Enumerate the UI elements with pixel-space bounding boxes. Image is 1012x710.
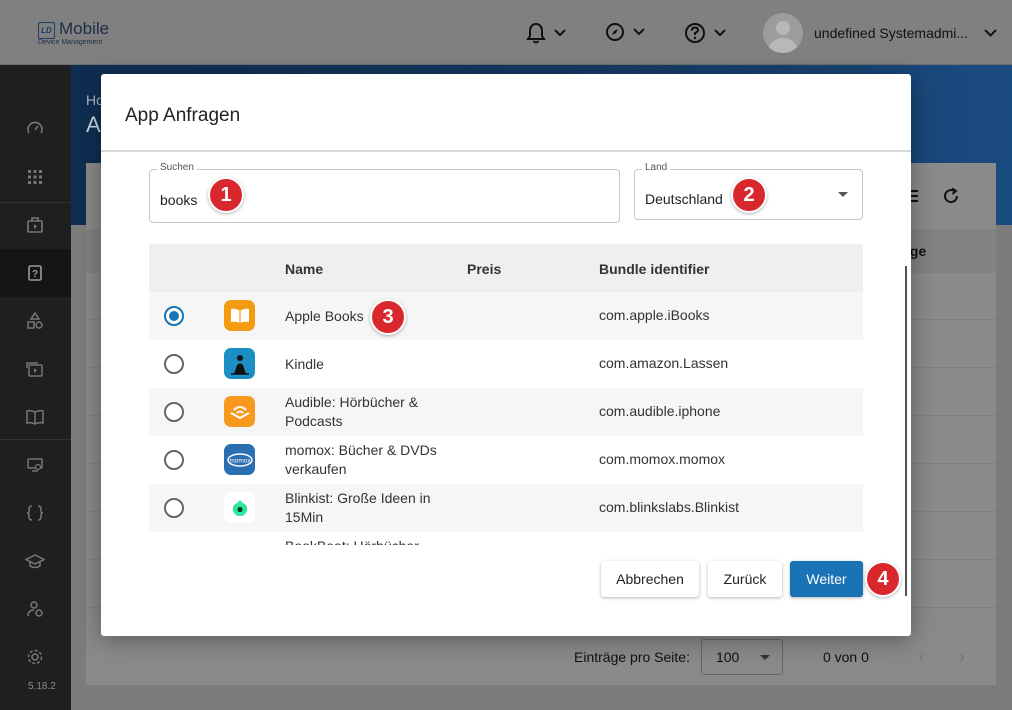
logo-mark: LD: [38, 22, 55, 39]
table-row[interactable]: Blinkist: Große Ideen in 15Min com.blink…: [149, 484, 863, 532]
kindle-icon: [224, 348, 255, 379]
next-page-icon[interactable]: ›: [959, 647, 965, 668]
back-button[interactable]: Zurück: [708, 561, 782, 597]
momox-icon: momox: [224, 444, 255, 475]
audible-icon: [224, 396, 255, 427]
row-radio[interactable]: [164, 354, 184, 374]
table-row[interactable]: Apple Books com.apple.iBooks: [149, 292, 863, 340]
annotation-badge-1: 1: [208, 177, 244, 213]
graduation-cap-icon[interactable]: [22, 548, 48, 574]
caret-down-icon: [759, 654, 770, 660]
chevron-down-icon: [633, 28, 645, 36]
refresh-icon[interactable]: [942, 187, 960, 205]
caret-down-icon: [838, 192, 848, 197]
notifications-menu[interactable]: [526, 22, 566, 44]
code-braces-icon[interactable]: [22, 500, 48, 526]
top-bar: LD Mobile Device Management undefined Sy…: [0, 0, 1012, 65]
app-name: BookBeat: Hörbücher: [285, 537, 455, 545]
bundle-id: com.momox.momox: [599, 451, 726, 467]
help-icon: [685, 23, 705, 43]
bell-icon: [526, 22, 546, 44]
logo-title: Mobile: [59, 19, 110, 38]
table-header: Name Preis Bundle identifier: [149, 244, 863, 292]
app-name: Audible: Hörbücher & Podcasts: [285, 394, 419, 429]
svg-text:?: ?: [32, 269, 38, 280]
shapes-icon[interactable]: [22, 308, 48, 334]
next-button[interactable]: Weiter: [790, 561, 863, 597]
table-row[interactable]: Kindle com.amazon.Lassen: [149, 340, 863, 388]
table-row[interactable]: momox momox: Bücher & DVDs verkaufen com…: [149, 436, 863, 484]
logo-subtitle: Device Management: [38, 39, 103, 46]
app-request-dialog: App Anfragen Suchen 1 Land Deutschland 2…: [101, 74, 911, 636]
app-name: Blinkist: Große Ideen in 15Min: [285, 490, 431, 525]
country-label: Land: [642, 162, 671, 173]
column-header-name[interactable]: Name: [285, 261, 323, 277]
media-briefcase-icon[interactable]: [22, 212, 48, 238]
avatar: [763, 13, 803, 53]
annotation-badge-3: 3: [370, 299, 406, 335]
entries-per-page-value: 100: [715, 649, 740, 665]
dialog-title: App Anfragen: [125, 105, 241, 126]
app-results-table: Name Preis Bundle identifier Apple Books…: [149, 244, 863, 545]
device-settings-icon[interactable]: [22, 452, 48, 478]
bundle-id: com.amazon.Lassen: [599, 355, 729, 371]
column-header-bundle[interactable]: Bundle identifier: [599, 261, 709, 277]
blinkist-icon: [224, 492, 255, 523]
svg-text:momox: momox: [229, 457, 251, 464]
page-title: A: [86, 112, 101, 137]
dialog-scrollbar[interactable]: [905, 266, 907, 596]
app-logo[interactable]: LD Mobile Device Management: [38, 19, 110, 46]
dialog-divider: [101, 150, 911, 152]
row-radio[interactable]: [164, 402, 184, 422]
compass-icon: [606, 23, 624, 41]
app-name: Kindle: [285, 356, 324, 372]
sidebar: ? 5.18.2: [0, 65, 71, 710]
user-settings-icon[interactable]: [22, 596, 48, 622]
page-count: 0 von 0: [822, 649, 869, 665]
explore-menu[interactable]: [605, 22, 645, 42]
chevron-down-icon: [984, 29, 997, 37]
prev-page-icon[interactable]: ‹: [919, 647, 925, 668]
row-radio[interactable]: [164, 450, 184, 470]
pagination: Einträge pro Seite: 100 0 von 0 ‹ ›: [574, 639, 965, 675]
column-header-price[interactable]: Preis: [467, 261, 501, 277]
app-version: 5.18.2: [28, 681, 56, 692]
card-toolbar: [904, 187, 960, 205]
user-menu[interactable]: undefined Systemadmi...: [763, 13, 997, 53]
app-name: momox: Bücher & DVDs verkaufen: [285, 442, 437, 477]
apps-grid-icon[interactable]: [22, 164, 48, 190]
media-library-icon[interactable]: [22, 356, 48, 382]
chevron-down-icon: [554, 29, 566, 37]
bundle-id: com.audible.iphone: [599, 403, 721, 419]
annotation-badge-2: 2: [731, 177, 767, 213]
chevron-down-icon: [714, 29, 726, 37]
table-row[interactable]: BookBeat: Hörbücher: [149, 532, 863, 545]
search-label: Suchen: [157, 162, 197, 173]
table-row[interactable]: Audible: Hörbücher & Podcasts com.audibl…: [149, 388, 863, 436]
row-radio[interactable]: [164, 498, 184, 518]
entries-per-page-label: Einträge pro Seite:: [574, 649, 690, 665]
bundle-id: com.apple.iBooks: [599, 307, 710, 323]
app-requests-icon[interactable]: ?: [22, 260, 48, 286]
help-menu[interactable]: [684, 22, 726, 44]
apple-books-icon: [224, 300, 255, 331]
annotation-badge-4: 4: [865, 561, 901, 597]
entries-per-page-select[interactable]: 100: [700, 639, 783, 675]
user-name: undefined Systemadmi...: [814, 25, 969, 41]
gear-icon[interactable]: [22, 644, 48, 670]
row-radio[interactable]: [164, 306, 184, 326]
cancel-button[interactable]: Abbrechen: [601, 561, 699, 597]
bundle-id: com.blinkslabs.Blinkist: [599, 499, 740, 515]
book-icon[interactable]: [22, 404, 48, 430]
dashboard-icon[interactable]: [22, 116, 48, 142]
